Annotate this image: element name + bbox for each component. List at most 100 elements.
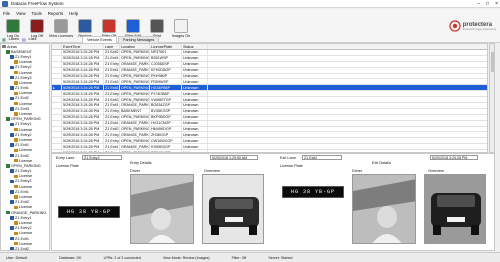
tree-item-label: Z1 Entry1 (15, 215, 32, 220)
table-cell (208, 56, 487, 61)
table-cell (208, 74, 487, 79)
column-header[interactable]: LicensePlate (150, 44, 182, 49)
table-cell (52, 138, 62, 144)
table-cell: Unknown (182, 132, 208, 138)
table-cell (208, 68, 487, 73)
table-cell: NP37801 (150, 50, 182, 55)
table-cell (208, 132, 487, 137)
tree-item-label: License (19, 137, 33, 142)
tree-item-label: License (19, 241, 33, 246)
table-cell: Z1 Entry1 (105, 91, 120, 97)
table-cell (208, 121, 487, 126)
driver-image-icon (131, 175, 193, 243)
table-cell: Z1 Exit2 (105, 50, 120, 55)
table-cell: Z1 Entry2 (105, 61, 120, 67)
tree-item-label: OPEN_PARKING (11, 163, 41, 168)
protectera-logo-icon (449, 20, 461, 32)
tab-parking-messages[interactable]: Parking Messages (117, 36, 160, 43)
entry-overview-photo (202, 174, 264, 244)
table-cell: Unknown (182, 108, 208, 114)
column-header[interactable]: EventTime (62, 44, 104, 49)
exit-lane-field: Z1 Exit2 (302, 155, 342, 160)
table-cell: VW08STGP (150, 97, 182, 103)
tree-item-label: Z1 Entry2 (15, 226, 32, 231)
license-icon (14, 231, 18, 236)
table-cell: Unknown (182, 103, 208, 108)
tree-item-label: License (19, 205, 33, 210)
lists-icon: ▤ (21, 37, 26, 42)
license-icon (14, 81, 18, 85)
table-cell (52, 132, 62, 138)
status-user: User: Default (6, 255, 27, 260)
status-filter: Filter: Off (231, 255, 247, 260)
title-bar: Datacia FreeFlow System – □ × (0, 0, 500, 8)
table-cell (52, 97, 62, 103)
restore-icon (78, 19, 92, 33)
exit-plate-label: License Plate (280, 164, 303, 168)
tree-item-label: Z1 Exit2 (15, 153, 29, 158)
app-icon (2, 0, 8, 7)
tree-item-label: Z1 Entry1 (15, 122, 32, 127)
close-icon[interactable]: × (495, 1, 498, 7)
column-header[interactable] (208, 44, 487, 49)
lane-icon (10, 96, 14, 101)
car-image-icon (425, 175, 485, 243)
table-cell: Unknown (182, 144, 208, 150)
table-cell: Z1 Entry1 (105, 138, 120, 144)
maximize-icon[interactable]: □ (486, 1, 489, 7)
menu-help[interactable]: Help (66, 11, 81, 16)
car-image-icon (203, 175, 263, 243)
table-cell: OPEN_PARKING (121, 97, 150, 103)
tree-item-label: License (19, 231, 33, 236)
table-cell: BV35KGSP (150, 108, 182, 114)
table-cell: 5/29/2018 3:24:28 PM (62, 73, 104, 79)
tree-item-label: BASEMENT (11, 49, 32, 54)
table-cell: OPEN_PARKING (121, 79, 150, 85)
table-cell (52, 61, 62, 67)
area-icon (6, 164, 10, 168)
table-cell: HG38YB6P (150, 85, 182, 91)
table-cell: 5/29/2018 3:24:28 PM (62, 132, 104, 138)
grid-scrollbar[interactable] (489, 43, 495, 153)
license-icon (14, 91, 18, 96)
tab-vehicle-events[interactable]: Vehicle Events (82, 36, 117, 43)
area-tree: Areas BASEMENT Z1 Entry1 License Z1 Entry2 Li… (0, 43, 50, 251)
minimize-icon[interactable]: – (477, 1, 480, 7)
tree-item-lane[interactable]: Z1 Exit2 (1, 246, 49, 250)
column-header[interactable]: Status (182, 44, 208, 49)
table-cell: Unknown (182, 79, 208, 85)
menu-view[interactable]: View (13, 11, 28, 16)
lane-icon (10, 143, 14, 147)
table-cell (208, 138, 487, 143)
exit-driver-photo (352, 174, 416, 244)
tab-strip: Vehicle Events Parking Messages (82, 35, 252, 43)
column-header[interactable]: Location (120, 44, 150, 49)
lane-icon (10, 122, 14, 127)
tree-item-label: Z1 Exit1 (15, 143, 29, 148)
key-icon (6, 19, 20, 33)
license-icon (14, 138, 18, 142)
license-icon (14, 112, 18, 116)
tree-item-label: License (19, 70, 33, 75)
menu-file[interactable]: File (0, 11, 13, 16)
tree-item-label: License (19, 112, 33, 117)
exit-overview-label: Overview (428, 169, 444, 173)
lanes-button[interactable]: Lanes (9, 37, 19, 41)
table-cell (208, 97, 487, 102)
table-cell (52, 126, 62, 132)
tree-item-label: License (19, 148, 33, 153)
table-cell: HM49KDGP (150, 126, 182, 132)
images-icon (174, 19, 188, 33)
scrollbar-thumb[interactable] (491, 52, 494, 72)
lists-button[interactable]: Lists (29, 37, 37, 41)
table-cell: 5/29/2018 3:24:28 PM (62, 108, 104, 114)
table-cell: Unknown (182, 73, 208, 79)
lane-icon (10, 216, 14, 220)
menu-tools[interactable]: Tools (29, 11, 45, 16)
column-header[interactable] (52, 44, 62, 49)
table-cell: Z1 Exit1 (105, 120, 120, 126)
menu-reports[interactable]: Reports (45, 11, 66, 16)
print-icon (150, 19, 164, 33)
entry-plate-label: License Plate (56, 164, 79, 168)
column-header[interactable]: Lane (104, 44, 120, 49)
